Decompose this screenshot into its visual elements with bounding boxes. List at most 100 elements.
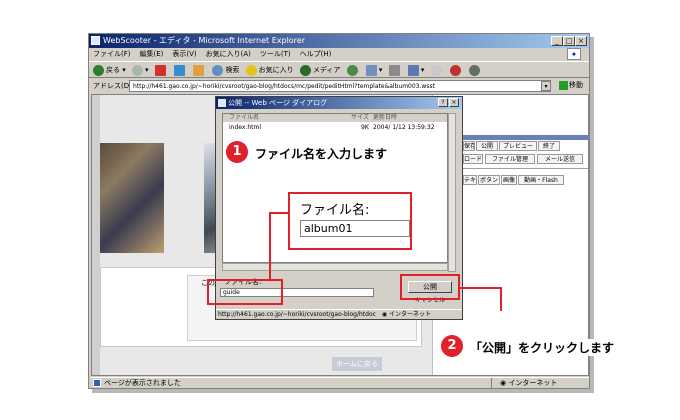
- connector-vertical-1: [269, 212, 271, 280]
- favorites-button[interactable]: お気に入り: [245, 62, 294, 78]
- maximize-button[interactable]: □: [563, 36, 575, 46]
- refresh-button[interactable]: [173, 62, 187, 78]
- dialog-close-button[interactable]: ×: [449, 98, 459, 107]
- go-label: 移動: [569, 81, 583, 89]
- dialog-window-icon: [218, 99, 226, 107]
- ie-window-icon: [91, 36, 100, 45]
- history-button[interactable]: [346, 62, 360, 78]
- image-tab[interactable]: 画像: [501, 175, 517, 185]
- browser-title: WebScooter - エディタ - Microsoft Internet E…: [89, 34, 589, 48]
- menu-file[interactable]: ファイル(F): [93, 50, 131, 58]
- back-home-button[interactable]: ホームに戻る: [332, 357, 382, 371]
- go-arrow-icon: [559, 80, 568, 90]
- menu-tools[interactable]: ツール(T): [260, 50, 291, 58]
- publish-button-highlight: [400, 274, 460, 300]
- col-date[interactable]: 更新日時: [373, 114, 397, 122]
- filename-field-highlight: [207, 279, 283, 305]
- dialog-zone-label: インターネット: [389, 311, 432, 318]
- messenger-icon: [449, 64, 461, 76]
- discuss-icon: [430, 64, 442, 76]
- dialog-title: 公開 -- Web ページ ダイアログ: [216, 97, 462, 109]
- dialog-status-bar: http://h461.gao.co.jp/~horiki/cvsroot/ga…: [216, 309, 462, 319]
- home-button[interactable]: [193, 62, 206, 78]
- save-tab[interactable]: 保存: [463, 141, 475, 151]
- file-list-vscroll[interactable]: [448, 113, 456, 272]
- globe-icon: ◉: [500, 379, 507, 387]
- edit-icon: [407, 64, 419, 76]
- media-label: メディア: [312, 66, 341, 74]
- menu-edit[interactable]: 編集(E): [140, 50, 164, 58]
- edit-button[interactable]: ▾: [407, 62, 424, 78]
- forward-button[interactable]: ▾: [131, 62, 149, 78]
- extra-button[interactable]: [469, 62, 482, 78]
- mail-send-tab[interactable]: メール送信: [537, 154, 583, 164]
- page-done-icon: [93, 379, 101, 387]
- stop-button[interactable]: [154, 62, 168, 78]
- step2-badge: 2: [441, 335, 463, 357]
- left-strip: [92, 95, 100, 375]
- file-date: 2004/ 1/12 13:59:32: [373, 124, 435, 131]
- address-label: アドレス(D): [93, 82, 132, 90]
- search-icon: [212, 64, 224, 76]
- dialog-help-button[interactable]: ?: [438, 98, 448, 107]
- back-label: 戻る: [106, 66, 120, 74]
- discuss-button[interactable]: [430, 62, 444, 78]
- col-name[interactable]: ファイル名: [229, 114, 259, 122]
- preview-tab[interactable]: プレビュー: [499, 141, 537, 151]
- media-button[interactable]: メディア: [299, 62, 341, 78]
- close-button[interactable]: ×: [575, 36, 587, 46]
- dialog-status-url: http://h461.gao.co.jp/~horiki/cvsroot/ga…: [218, 311, 376, 318]
- standard-toolbar: 戻る ▾ ▾ 検索 お気に入り メディア ▾ ▾: [89, 61, 589, 78]
- video-flash-tab[interactable]: 動画・Flash: [518, 175, 564, 185]
- extra-icon: [469, 64, 481, 76]
- button-tab[interactable]: ボタン: [478, 175, 500, 185]
- back-arrow-icon: [93, 64, 104, 76]
- menu-favorites[interactable]: お気に入り(A): [206, 50, 251, 58]
- search-label: 検索: [225, 66, 240, 74]
- menu-help[interactable]: ヘルプ(H): [300, 50, 332, 58]
- zone-label: インターネット: [508, 379, 558, 387]
- text-tab[interactable]: テキスト: [463, 175, 477, 185]
- menu-view[interactable]: 表示(V): [172, 50, 196, 58]
- file-row[interactable]: index.html 9K 2004/ 1/12 13:59:32: [223, 123, 447, 132]
- home-icon: [193, 64, 205, 76]
- print-button[interactable]: [388, 62, 402, 78]
- step2-text: 「公開」をクリックします: [470, 339, 615, 356]
- file-list-hscroll[interactable]: [222, 263, 448, 271]
- messenger-button[interactable]: [449, 62, 463, 78]
- dialog-zone: ◉ インターネット: [381, 311, 432, 318]
- zoom-filename-input: album01: [300, 220, 410, 237]
- mail-icon: [365, 64, 377, 76]
- search-button[interactable]: 検索: [212, 62, 239, 78]
- exit-tab[interactable]: 終了: [538, 141, 560, 151]
- connector-horizontal-2: [460, 287, 502, 289]
- star-icon: [245, 64, 257, 76]
- connector-vertical-2: [500, 287, 502, 311]
- back-button[interactable]: 戻る ▾: [93, 62, 126, 78]
- media-icon: [299, 64, 311, 76]
- file-list-header: ファイル名 サイズ 更新日時: [223, 114, 447, 122]
- photo-person: [100, 143, 164, 253]
- step1-text: ファイル名を入力します: [255, 145, 388, 162]
- refresh-icon: [173, 64, 185, 76]
- file-name: index.html: [229, 124, 261, 131]
- file-manage-tab[interactable]: ファイル管理: [485, 154, 535, 164]
- status-text: ページが表示されました: [104, 379, 181, 387]
- go-button[interactable]: 移動: [559, 79, 587, 92]
- col-size[interactable]: サイズ: [351, 114, 369, 122]
- mail-button[interactable]: ▾: [365, 62, 382, 78]
- print-icon: [388, 64, 400, 76]
- zone-indicator: ◉ インターネット: [491, 378, 587, 389]
- windows-logo-icon: ✦: [567, 48, 581, 60]
- file-size: 9K: [361, 124, 369, 131]
- connector-horizontal-1: [269, 212, 290, 214]
- stop-icon: [154, 64, 166, 76]
- address-bar: アドレス(D) http://h461.gao.co.jp/~horiki/cv…: [89, 79, 589, 93]
- status-bar: ページが表示されました ◉ インターネット: [91, 377, 589, 389]
- publish-tab[interactable]: 公開: [476, 141, 498, 151]
- load-tab[interactable]: ロード: [463, 154, 483, 164]
- address-dropdown[interactable]: ▾: [541, 81, 551, 91]
- history-icon: [346, 64, 358, 76]
- minimize-button[interactable]: _: [551, 36, 563, 46]
- address-input[interactable]: http://h461.gao.co.jp/~horiki/cvsroot/ga…: [129, 80, 551, 92]
